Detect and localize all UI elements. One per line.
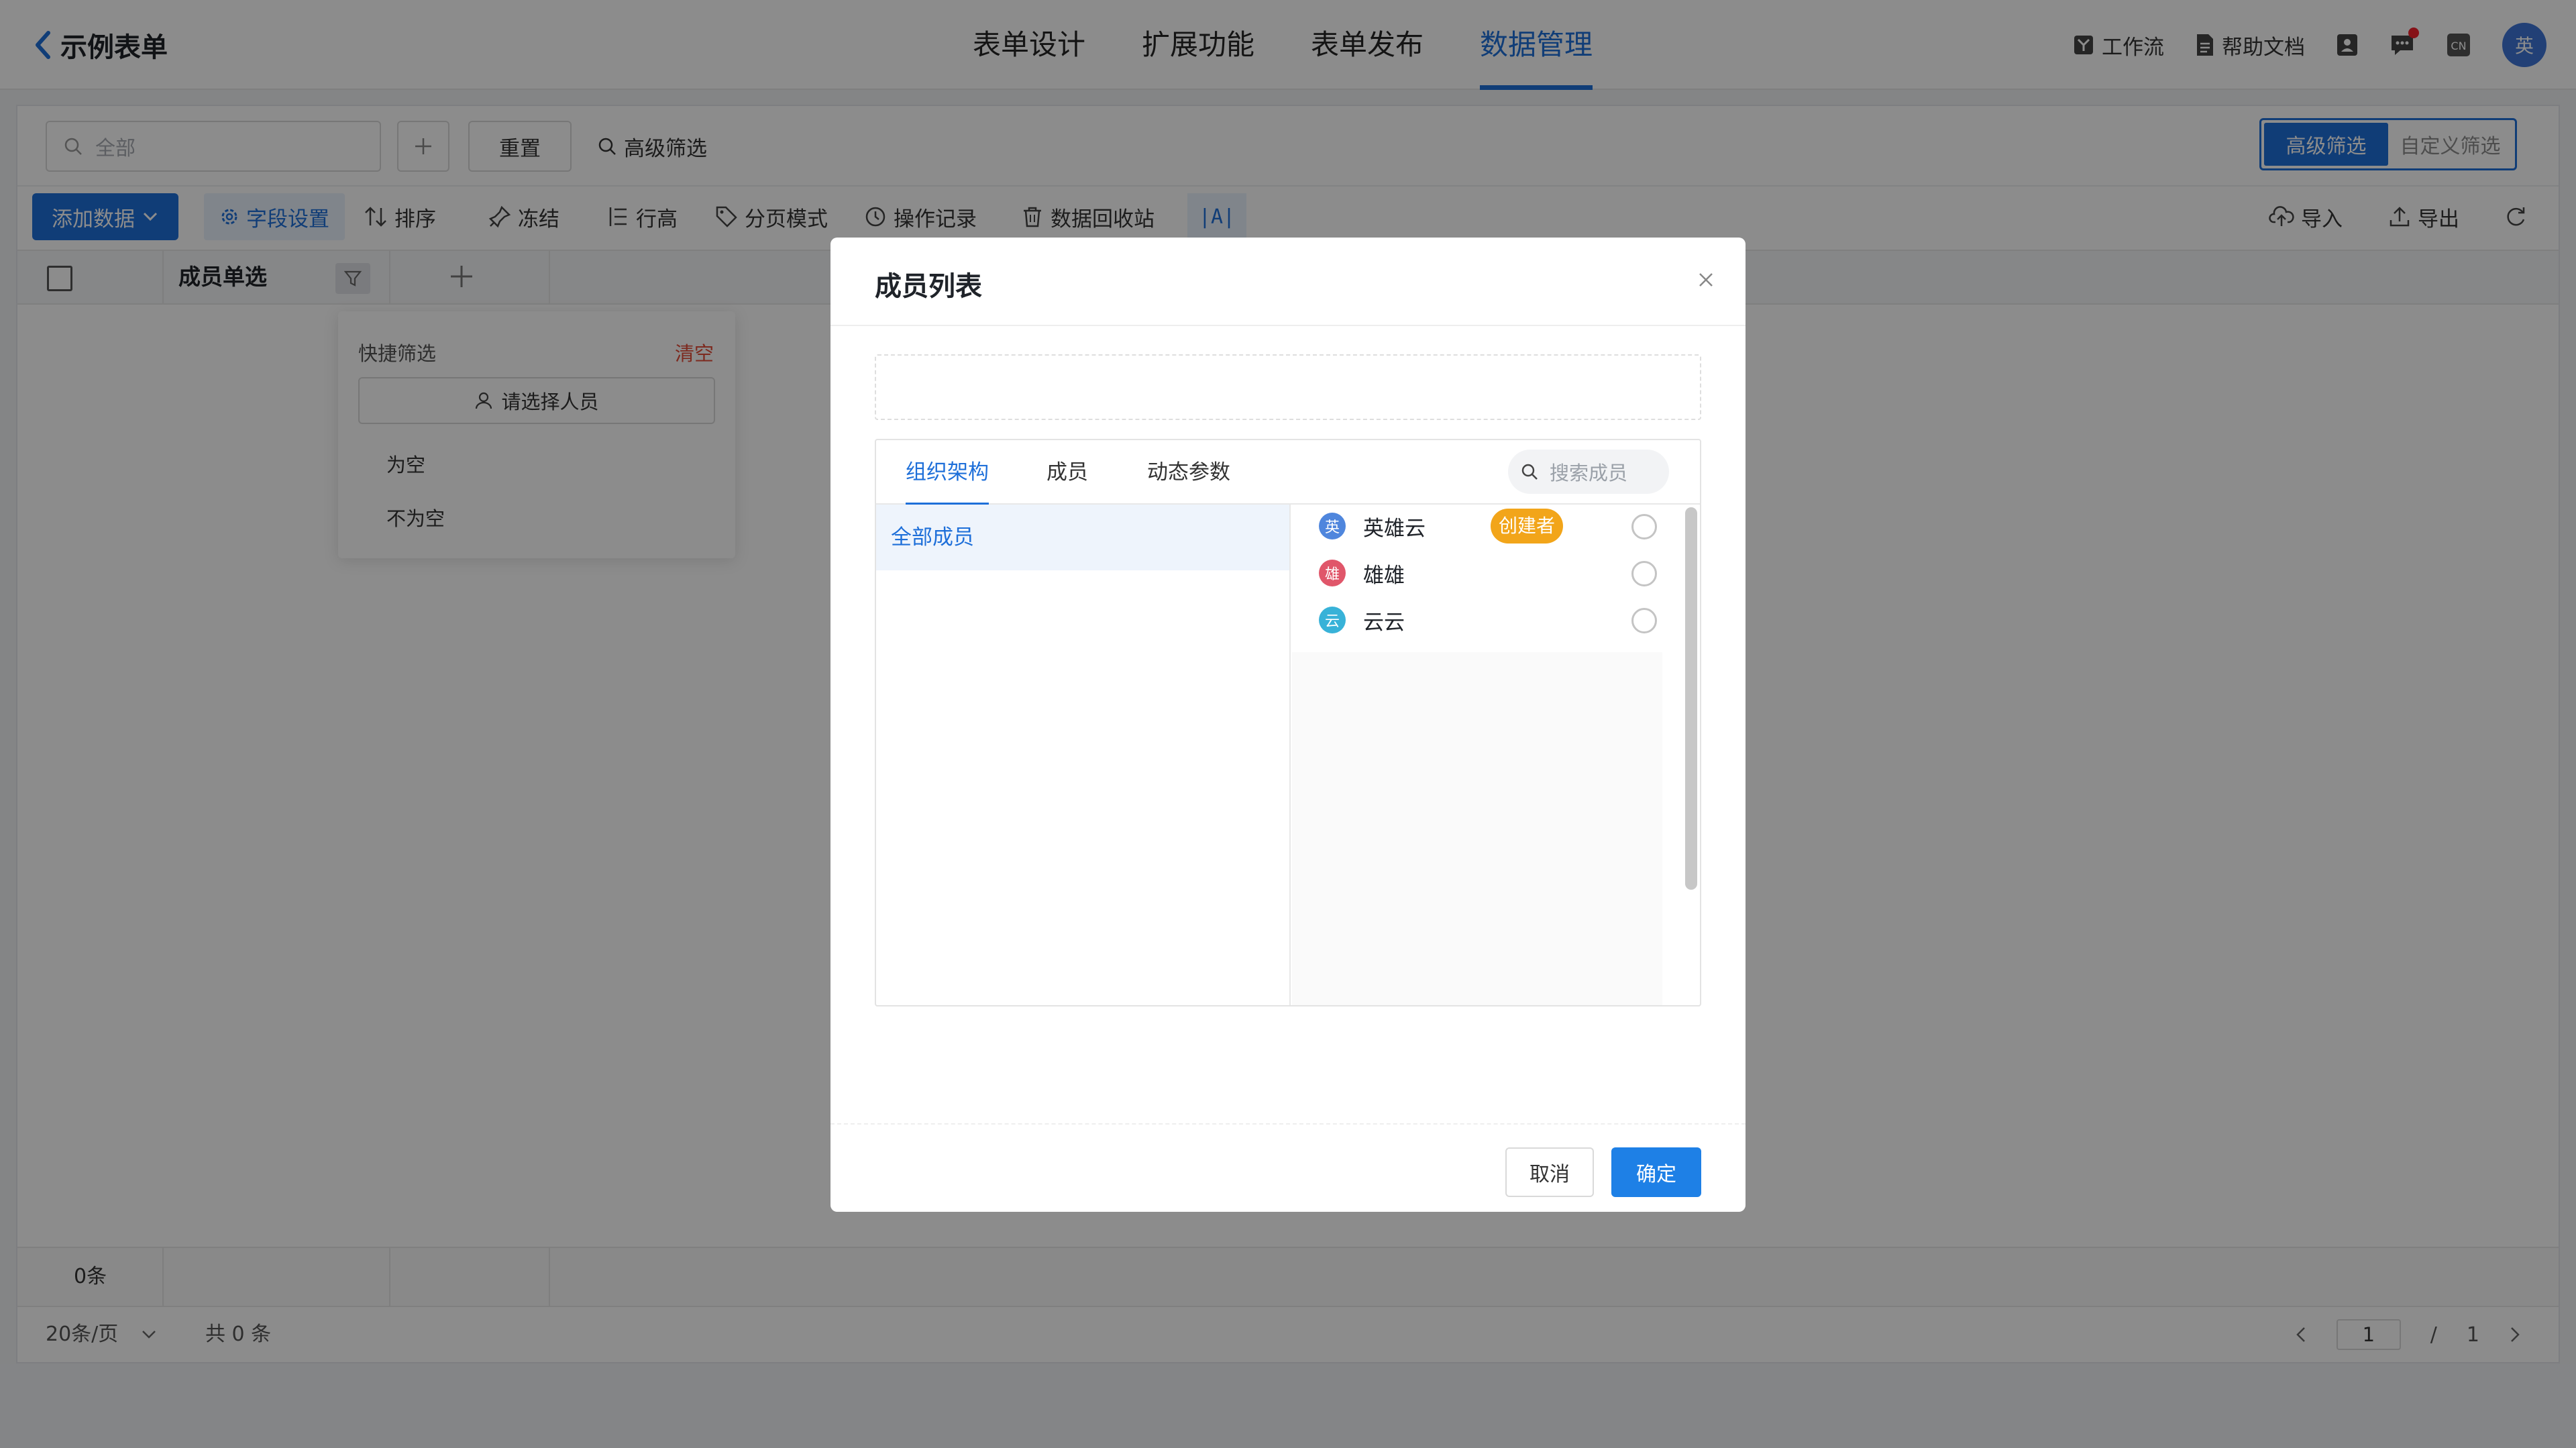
avatar: 英 bbox=[1319, 513, 1346, 539]
member-name: 英雄云 bbox=[1363, 516, 1426, 541]
member-search-placeholder: 搜索成员 bbox=[1550, 462, 1628, 484]
list-item[interactable]: 雄 雄雄 bbox=[1319, 554, 1668, 592]
confirm-button[interactable]: 确定 bbox=[1611, 1147, 1701, 1197]
department-tree: 全部成员 bbox=[876, 505, 1291, 1005]
dialog-header: 成员列表 bbox=[830, 238, 1746, 326]
list-item[interactable]: 云 云云 bbox=[1319, 601, 1668, 639]
close-icon[interactable] bbox=[1696, 270, 1716, 290]
scrollbar[interactable] bbox=[1685, 507, 1697, 890]
avatar: 云 bbox=[1319, 607, 1346, 633]
dialog-title: 成员列表 bbox=[875, 271, 982, 302]
selected-members-box[interactable] bbox=[875, 354, 1701, 420]
tab-org-structure[interactable]: 组织架构 bbox=[906, 440, 989, 506]
department-all-members[interactable]: 全部成员 bbox=[876, 505, 1289, 570]
member-radio[interactable] bbox=[1631, 514, 1657, 539]
tab-dynamic-params[interactable]: 动态参数 bbox=[1147, 440, 1230, 505]
tab-members[interactable]: 成员 bbox=[1046, 440, 1088, 505]
creator-badge: 创建者 bbox=[1491, 509, 1564, 544]
search-icon bbox=[1521, 464, 1538, 480]
list-item[interactable]: 英 英雄云 创建者 bbox=[1319, 507, 1668, 545]
dialog-footer: 取消 确定 bbox=[830, 1123, 1746, 1212]
member-picker: 组织架构 成员 动态参数 搜索成员 全部成员 英 英雄云 创建者 雄 雄雄 云 … bbox=[875, 439, 1701, 1006]
cancel-button[interactable]: 取消 bbox=[1505, 1147, 1594, 1197]
member-radio[interactable] bbox=[1631, 561, 1657, 586]
picker-tabs: 组织架构 成员 动态参数 搜索成员 bbox=[876, 440, 1700, 506]
member-name: 雄雄 bbox=[1363, 563, 1405, 588]
member-list-dialog: 成员列表 组织架构 成员 动态参数 搜索成员 全部成员 英 英雄云 创建者 雄 … bbox=[830, 238, 1746, 1212]
member-list: 英 英雄云 创建者 雄 雄雄 云 云云 bbox=[1292, 505, 1700, 1005]
member-list-background bbox=[1292, 652, 1662, 1005]
member-radio[interactable] bbox=[1631, 608, 1657, 633]
member-name: 云云 bbox=[1363, 610, 1405, 635]
avatar: 雄 bbox=[1319, 560, 1346, 586]
member-search-input[interactable]: 搜索成员 bbox=[1508, 450, 1669, 494]
